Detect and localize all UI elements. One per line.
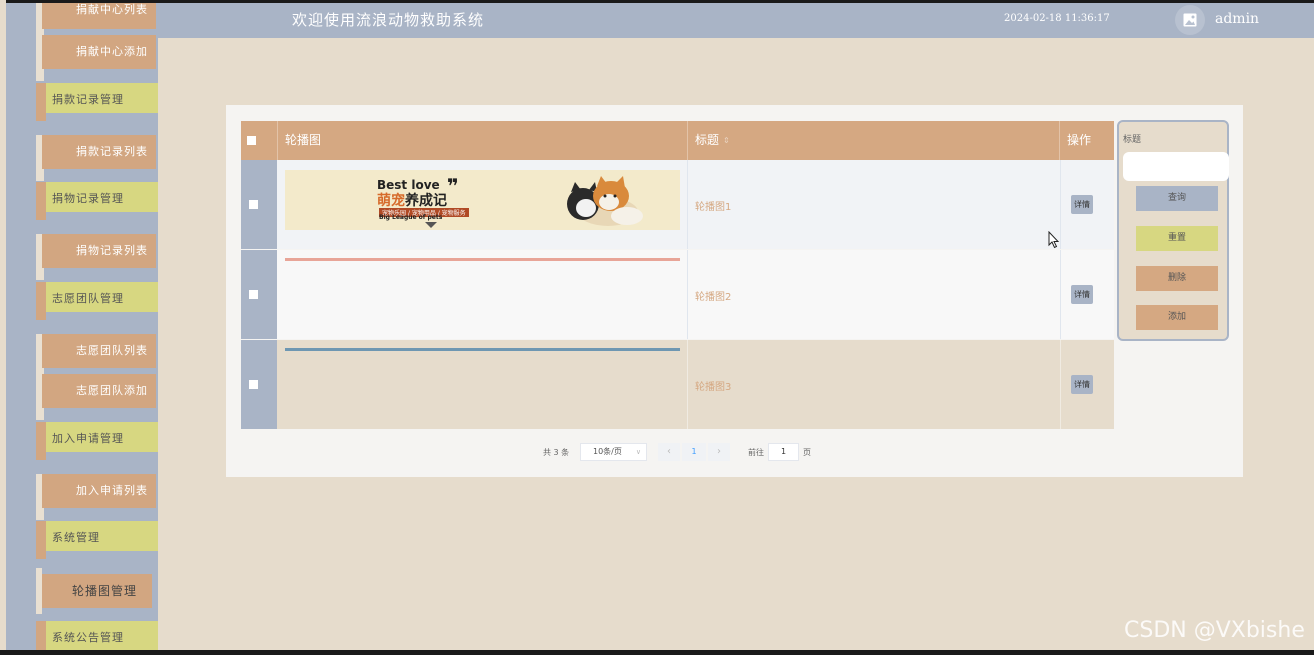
row-checkbox[interactable] [249, 200, 258, 209]
column-header-title[interactable]: 标题 [695, 121, 719, 160]
sidebar-item-label: 捐款记录列表 [76, 145, 148, 158]
carousel-image-cell: Best love ❞ 萌宠养成记 宠物乐园 / 宠物用品 / 宠物服务 Big… [277, 160, 688, 249]
column-header-image: 轮播图 [285, 133, 322, 147]
pagination-total: 共 3 条 [543, 448, 570, 457]
avatar[interactable] [1175, 5, 1205, 35]
carousel-image-cell [277, 250, 688, 339]
sidebar-item-goods-donation-list[interactable]: 捐物记录列表 [36, 234, 158, 280]
cat-dog-illustration [567, 176, 643, 226]
delete-button[interactable]: 删除 [1136, 266, 1218, 291]
table-row: Best love ❞ 萌宠养成记 宠物乐园 / 宠物用品 / 宠物服务 Big… [241, 160, 1114, 249]
sort-icon[interactable]: ⇕ [723, 121, 730, 160]
row-checkbox[interactable] [249, 380, 258, 389]
sidebar-item-label: 加入申请管理 [52, 432, 124, 445]
site-title: 欢迎使用流浪动物救助系统 [292, 11, 485, 29]
sidebar-item-label: 志愿团队管理 [52, 292, 124, 305]
banner-text: 萌宠 [377, 193, 405, 209]
chevron-down-icon: ∨ [635, 448, 641, 456]
table-header: 轮播图 标题 ⇕ 操作 [241, 121, 1114, 160]
sidebar-item-label: 志愿团队添加 [76, 384, 148, 397]
mouse-cursor-icon [1048, 231, 1060, 249]
page-size-select[interactable]: 10条/页 ∨ [580, 443, 647, 461]
row-checkbox[interactable] [249, 290, 258, 299]
sidebar-item-label: 加入申请列表 [76, 484, 148, 497]
select-all-checkbox[interactable] [247, 136, 256, 145]
page-size-value: 10条/页 [593, 447, 622, 456]
quote-mark-icon: ❞ [447, 174, 459, 198]
title-filter-input[interactable] [1123, 152, 1229, 181]
sidebar-item-label: 捐献中心添加 [76, 45, 148, 58]
image-icon [1183, 13, 1197, 27]
username-label[interactable]: admin [1215, 11, 1259, 27]
watermark-text: CSDN @VXbishe [1124, 618, 1305, 643]
sidebar-item-label: 捐物记录管理 [52, 192, 124, 205]
banner-triangle [425, 222, 437, 228]
banner-text: 养成记 [405, 193, 447, 209]
search-button[interactable]: 查询 [1136, 186, 1218, 211]
sidebar-item-join-application-manage[interactable]: 加入申请管理 [36, 422, 158, 460]
sidebar: 捐献中心列表 捐献中心添加 捐款记录管理 捐款记录列表 捐物记录管理 捐物记录列… [6, 3, 158, 650]
carousel-image-3[interactable] [285, 348, 680, 351]
sidebar-item-money-donation-list[interactable]: 捐款记录列表 [36, 135, 158, 181]
sidebar-item-label: 捐献中心列表 [76, 3, 148, 16]
filter-panel: 标题 查询 重置 删除 添加 [1117, 120, 1229, 341]
top-header: 欢迎使用流浪动物救助系统 2024-02-18 11:36:17 admin [158, 3, 1314, 38]
table-row: 轮播图3 详情 [241, 340, 1114, 429]
next-page-button[interactable]: › [708, 443, 730, 461]
sidebar-item-label: 系统管理 [52, 531, 100, 544]
banner-text: Big League of pets [379, 214, 443, 221]
detail-button[interactable]: 详情 [1071, 285, 1093, 304]
sidebar-item-goods-donation-manage[interactable]: 捐物记录管理 [36, 182, 158, 220]
detail-button[interactable]: 详情 [1071, 195, 1093, 214]
reset-button[interactable]: 重置 [1136, 226, 1218, 251]
sidebar-item-system-manage[interactable]: 系统管理 [36, 521, 158, 559]
sidebar-item-label: 系统公告管理 [52, 631, 124, 644]
sidebar-item-carousel-manage[interactable]: 轮播图管理 [36, 568, 158, 614]
goto-label: 前往 [748, 448, 764, 457]
sidebar-item-label: 捐物记录列表 [76, 244, 148, 257]
row-title: 轮播图1 [695, 202, 732, 213]
goto-page-input[interactable]: 1 [768, 443, 799, 461]
table-row: 轮播图2 详情 [241, 250, 1114, 339]
row-title: 轮播图3 [695, 382, 732, 393]
prev-page-button[interactable]: ‹ [658, 443, 680, 461]
page-number[interactable]: 1 [682, 443, 706, 461]
carousel-image-2[interactable] [285, 258, 680, 261]
sidebar-item-join-application-list[interactable]: 加入申请列表 [36, 474, 158, 520]
carousel-image-1[interactable]: Best love ❞ 萌宠养成记 宠物乐园 / 宠物用品 / 宠物服务 Big… [285, 170, 680, 230]
page-unit-label: 页 [803, 448, 811, 457]
sidebar-item-label: 轮播图管理 [72, 584, 138, 598]
sidebar-item-volunteer-team-add[interactable]: 志愿团队添加 [36, 374, 158, 420]
add-button[interactable]: 添加 [1136, 305, 1218, 330]
carousel-table: 轮播图 标题 ⇕ 操作 Best love ❞ 萌宠养成记 宠物乐园 / 宠物用… [241, 121, 1114, 430]
chevron-left-icon: ‹ [667, 446, 671, 457]
window-frame-bottom [0, 650, 1314, 655]
sidebar-item-donation-center-add[interactable]: 捐献中心添加 [36, 35, 158, 81]
datetime-display: 2024-02-18 11:36:17 [1004, 13, 1110, 24]
title-filter-label: 标题 [1123, 135, 1142, 145]
sidebar-item-volunteer-team-manage[interactable]: 志愿团队管理 [36, 282, 158, 320]
carousel-image-cell [277, 340, 688, 429]
chevron-right-icon: › [717, 446, 721, 457]
sidebar-item-label: 志愿团队列表 [76, 344, 148, 357]
row-title: 轮播图2 [695, 292, 732, 303]
sidebar-item-money-donation-manage[interactable]: 捐款记录管理 [36, 83, 158, 121]
detail-button[interactable]: 详情 [1071, 375, 1093, 394]
sidebar-item-label: 捐款记录管理 [52, 93, 124, 106]
sidebar-item-notice-manage[interactable]: 系统公告管理 [36, 621, 158, 650]
column-header-action: 操作 [1067, 133, 1092, 147]
